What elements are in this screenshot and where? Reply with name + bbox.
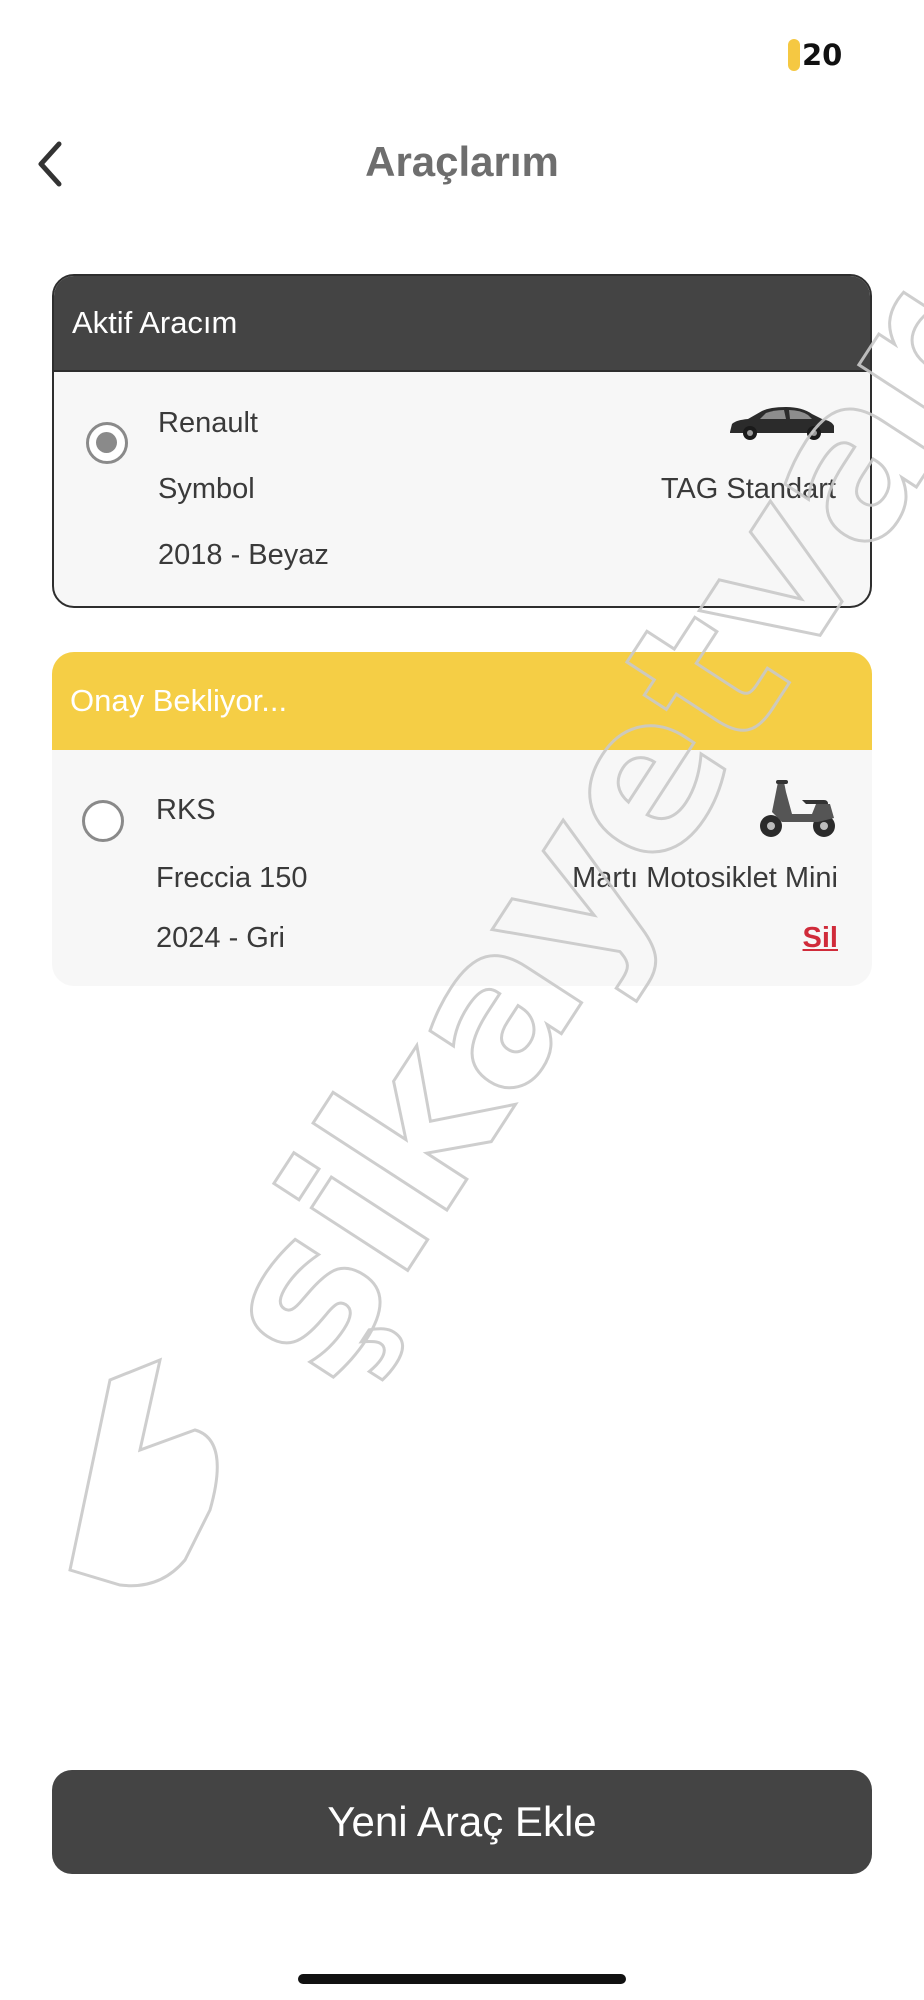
home-indicator [298, 1974, 626, 1984]
pending-vehicle-model: Freccia 150 [156, 862, 308, 894]
pending-vehicle-year-color: 2024 - Gri [156, 922, 285, 954]
active-vehicle-plan: TAG Standart [660, 473, 836, 505]
status-bar: 20 [0, 0, 924, 100]
active-vehicle-year-color: 2018 - Beyaz [158, 539, 329, 571]
pending-vehicle-radio[interactable] [82, 800, 124, 842]
active-vehicle-brand: Renault [158, 407, 258, 439]
radio-selected-dot [96, 432, 117, 453]
scooter-icon [760, 780, 835, 837]
battery-icon [788, 39, 800, 71]
active-vehicle-card[interactable]: Aktif Aracım Renault Symbol 2018 - Beyaz… [52, 274, 872, 608]
active-vehicle-header: Aktif Aracım [54, 276, 870, 372]
pending-vehicle-card[interactable]: Onay Bekliyor... RKS Freccia 150 2024 - … [52, 652, 872, 986]
pending-vehicle-brand: RKS [156, 794, 216, 826]
nav-header: Araçlarım [0, 120, 924, 204]
active-vehicle-radio[interactable] [86, 422, 128, 464]
pending-vehicle-plan: Martı Motosiklet Mini [572, 862, 838, 894]
page-title: Araçlarım [365, 138, 559, 185]
battery-indicator: 20 [788, 38, 842, 72]
battery-level: 20 [802, 38, 843, 72]
active-vehicle-model: Symbol [158, 473, 255, 505]
car-icon [730, 407, 834, 440]
add-vehicle-button[interactable]: Yeni Araç Ekle [52, 1770, 872, 1874]
pending-vehicle-header: Onay Bekliyor... [52, 652, 872, 750]
delete-vehicle-link[interactable]: Sil [803, 922, 838, 955]
